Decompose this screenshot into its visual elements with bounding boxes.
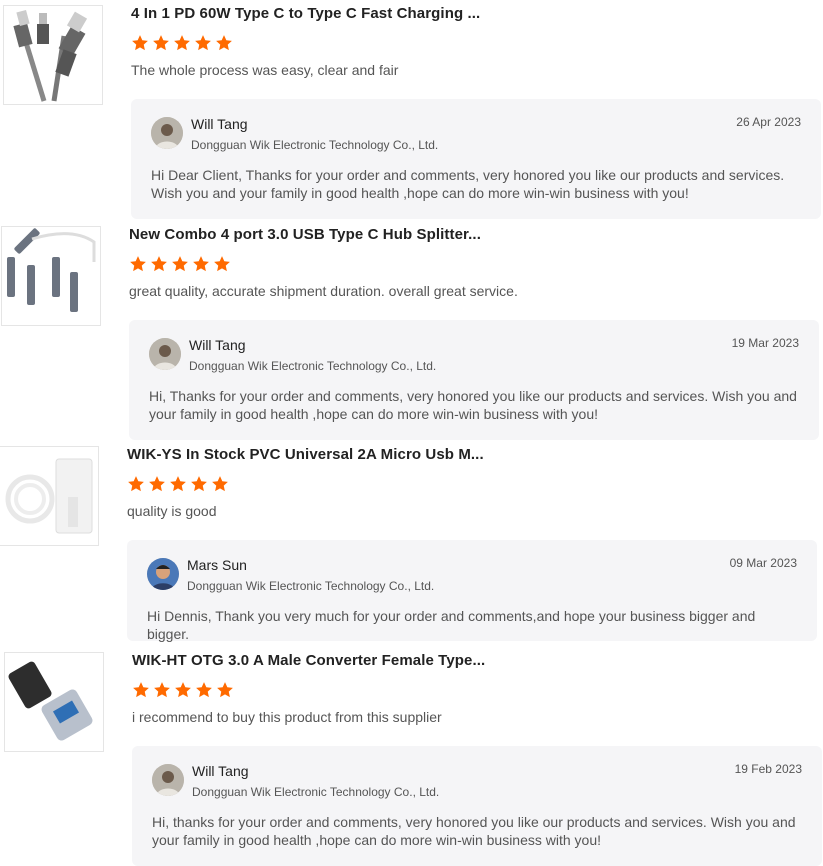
rating-stars (127, 475, 229, 493)
rating-stars (132, 681, 234, 699)
star-icon (151, 256, 167, 272)
star-icon (154, 682, 170, 698)
reply-author-name: Will Tang (189, 337, 246, 353)
star-icon (133, 682, 149, 698)
reply-text: Hi Dennis, Thank you very much for your … (147, 608, 756, 642)
review-comment: The whole process was easy, clear and fa… (131, 62, 399, 78)
reply-text: Hi, thanks for your order and comments, … (152, 814, 796, 848)
star-icon (214, 256, 230, 272)
star-icon (216, 35, 232, 51)
star-icon (130, 256, 146, 272)
product-title[interactable]: WIK-YS In Stock PVC Universal 2A Micro U… (127, 446, 484, 463)
user-avatar (149, 338, 181, 370)
user-avatar (152, 764, 184, 796)
star-icon (170, 476, 186, 492)
star-icon (217, 682, 233, 698)
star-icon (175, 682, 191, 698)
rating-stars (129, 255, 231, 273)
reply-date: 19 Mar 2023 (731, 336, 799, 350)
star-icon (172, 256, 188, 272)
star-icon (191, 476, 207, 492)
reply-date: 19 Feb 2023 (734, 762, 802, 776)
review-comment: quality is good (127, 503, 217, 519)
product-title[interactable]: 4 In 1 PD 60W Type C to Type C Fast Char… (131, 5, 480, 22)
star-icon (128, 476, 144, 492)
reply-author-name: Will Tang (192, 763, 249, 779)
reply-date: 09 Mar 2023 (729, 556, 797, 570)
reply-company: Dongguan Wik Electronic Technology Co., … (189, 359, 437, 373)
product-thumbnail[interactable] (4, 652, 104, 752)
reply-company: Dongguan Wik Electronic Technology Co., … (192, 785, 440, 799)
reply-company: Dongguan Wik Electronic Technology Co., … (187, 579, 435, 593)
supplier-reply: Will Tang Dongguan Wik Electronic Techno… (129, 320, 819, 440)
product-thumbnail[interactable] (1, 226, 101, 326)
product-title[interactable]: WIK-HT OTG 3.0 A Male Converter Female T… (132, 652, 485, 669)
star-icon (153, 35, 169, 51)
review-comment: i recommend to buy this product from thi… (132, 709, 442, 725)
star-icon (196, 682, 212, 698)
reply-author-name: Mars Sun (187, 557, 247, 573)
reply-date: 26 Apr 2023 (736, 115, 801, 129)
reply-text: Hi Dear Client, Thanks for your order an… (151, 167, 785, 201)
reply-author-name: Will Tang (191, 116, 248, 132)
supplier-reply: Will Tang Dongguan Wik Electronic Techno… (132, 746, 822, 866)
product-thumbnail[interactable] (0, 446, 99, 546)
star-icon (195, 35, 211, 51)
user-avatar (147, 558, 179, 590)
star-icon (193, 256, 209, 272)
star-icon (149, 476, 165, 492)
product-thumbnail[interactable] (3, 5, 103, 105)
rating-stars (131, 34, 233, 52)
reply-text: Hi, Thanks for your order and comments, … (149, 388, 797, 422)
supplier-reply: Mars Sun Dongguan Wik Electronic Technol… (127, 540, 817, 642)
supplier-reply: Will Tang Dongguan Wik Electronic Techno… (131, 99, 821, 219)
star-icon (132, 35, 148, 51)
review-comment: great quality, accurate shipment duratio… (129, 283, 518, 299)
user-avatar (151, 117, 183, 149)
reply-company: Dongguan Wik Electronic Technology Co., … (191, 138, 439, 152)
star-icon (174, 35, 190, 51)
star-icon (212, 476, 228, 492)
product-title[interactable]: New Combo 4 port 3.0 USB Type C Hub Spli… (129, 226, 481, 243)
